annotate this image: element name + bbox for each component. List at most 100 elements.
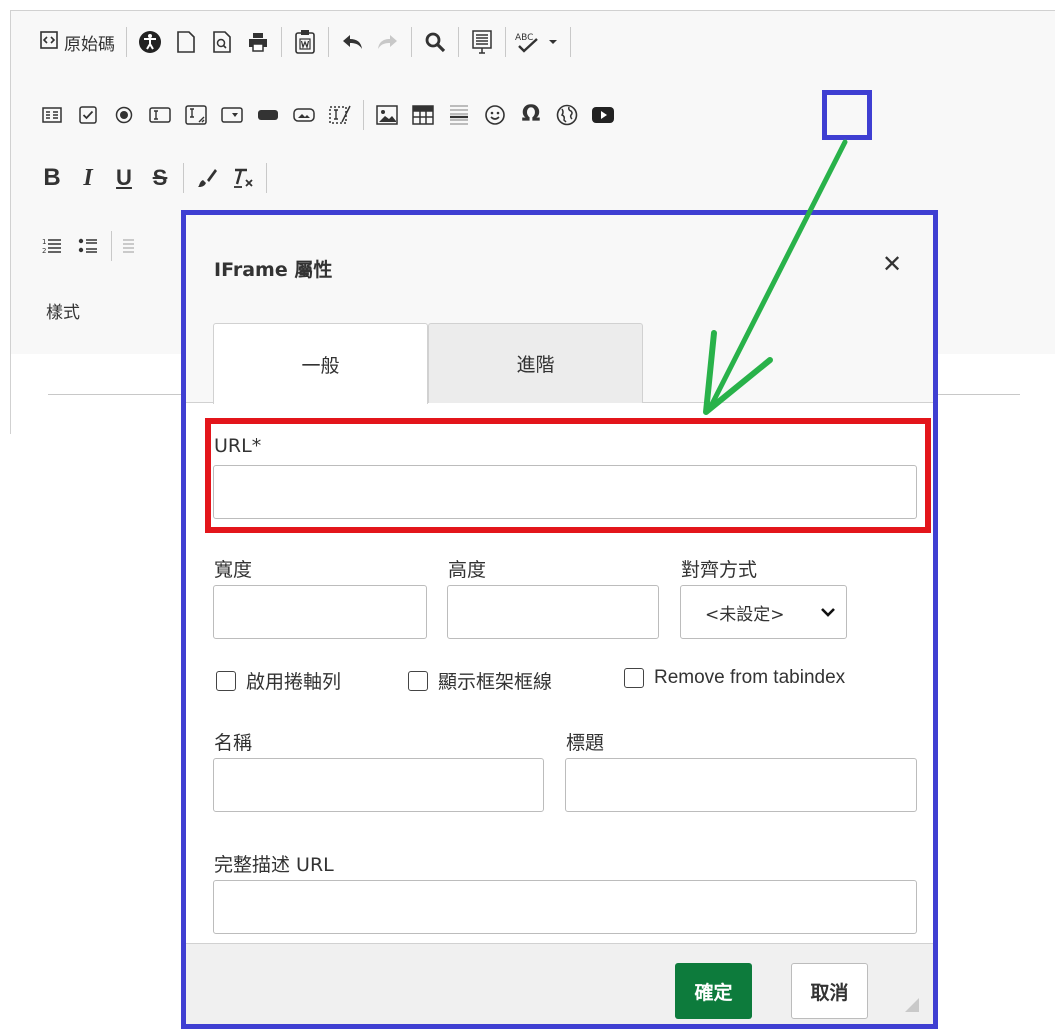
toolbar-row-2: Ω bbox=[34, 95, 621, 135]
title-label: 標題 bbox=[566, 732, 605, 754]
bulleted-list-icon bbox=[78, 238, 97, 253]
width-input[interactable] bbox=[213, 585, 427, 639]
toolbar-separator bbox=[570, 27, 571, 57]
width-label: 寬度 bbox=[214, 559, 253, 581]
frameborder-checkbox-group[interactable]: 顯示框架框線 bbox=[408, 667, 552, 694]
textfield-button[interactable] bbox=[142, 97, 178, 133]
undo-button[interactable] bbox=[334, 24, 370, 60]
tab-advanced[interactable]: 進階 bbox=[428, 323, 643, 403]
button-button[interactable] bbox=[250, 97, 286, 133]
remove-format-button[interactable] bbox=[225, 160, 261, 196]
italic-button[interactable]: I bbox=[70, 160, 106, 196]
find-button[interactable] bbox=[417, 24, 453, 60]
scrolling-checkbox[interactable] bbox=[216, 670, 236, 691]
title-input[interactable] bbox=[565, 758, 917, 812]
numbered-list-icon: 12 bbox=[42, 238, 61, 255]
underline-icon: U bbox=[116, 165, 132, 190]
scrolling-checkbox-group[interactable]: 啟用捲軸列 bbox=[216, 667, 341, 694]
select-all-icon bbox=[472, 30, 492, 54]
remove-format-icon bbox=[234, 168, 253, 188]
toolbar-separator bbox=[411, 27, 412, 57]
toolbar-separator bbox=[363, 100, 364, 130]
name-label: 名稱 bbox=[214, 732, 253, 754]
horizontal-rule-icon bbox=[450, 105, 468, 125]
frameborder-checkbox[interactable] bbox=[408, 670, 428, 691]
radio-icon bbox=[115, 106, 133, 124]
horizontal-rule-button[interactable] bbox=[441, 97, 477, 133]
checkbox-button[interactable] bbox=[70, 97, 106, 133]
svg-text:ABC: ABC bbox=[515, 33, 533, 43]
cancel-button[interactable]: 取消 bbox=[791, 963, 868, 1019]
close-button[interactable]: ✕ bbox=[877, 249, 907, 279]
image-button-icon bbox=[293, 108, 315, 122]
longdesc-input[interactable] bbox=[213, 880, 917, 934]
bulleted-list-button[interactable] bbox=[70, 228, 106, 264]
align-select[interactable]: <未設定> bbox=[680, 585, 847, 639]
height-label: 高度 bbox=[448, 559, 487, 581]
new-page-button[interactable] bbox=[168, 24, 204, 60]
search-icon bbox=[425, 32, 446, 53]
underline-button[interactable]: U bbox=[106, 160, 142, 196]
spellcheck-icon: ABC bbox=[515, 33, 557, 53]
select-all-button[interactable] bbox=[464, 24, 500, 60]
image-button[interactable] bbox=[369, 97, 405, 133]
toolbar-row-1: 原始碼 ABC bbox=[34, 22, 576, 62]
toolbar-separator bbox=[111, 231, 112, 261]
textarea-button[interactable] bbox=[178, 97, 214, 133]
hidden-field-button[interactable] bbox=[322, 97, 358, 133]
checkbox-icon bbox=[79, 106, 97, 124]
tab-advanced-label: 進階 bbox=[516, 354, 555, 376]
paste-word-button[interactable] bbox=[287, 24, 323, 60]
special-char-button[interactable]: Ω bbox=[513, 97, 549, 133]
iframe-button-highlight bbox=[822, 90, 872, 140]
height-input[interactable] bbox=[447, 585, 659, 639]
omega-icon: Ω bbox=[521, 102, 541, 127]
bold-button[interactable]: B bbox=[34, 160, 70, 196]
toolbar-separator bbox=[505, 27, 506, 57]
iframe-properties-dialog: IFrame 屬性 ✕ 一般 進階 URL* 寬度 高度 對齊方式 <未設定> … bbox=[181, 210, 938, 1029]
spellcheck-button[interactable]: ABC bbox=[511, 24, 565, 60]
align-selected-value: <未設定> bbox=[705, 604, 785, 625]
print-button[interactable] bbox=[240, 24, 276, 60]
tabindex-checkbox-group[interactable]: Remove from tabindex bbox=[624, 667, 845, 689]
close-icon: ✕ bbox=[881, 250, 903, 278]
select-button[interactable] bbox=[214, 97, 250, 133]
copy-format-button[interactable] bbox=[189, 160, 225, 196]
styles-dropdown-label[interactable]: 樣式 bbox=[46, 298, 80, 323]
radio-button[interactable] bbox=[106, 97, 142, 133]
scrolling-checkbox-label: 啟用捲軸列 bbox=[246, 671, 342, 693]
redo-button[interactable] bbox=[370, 24, 406, 60]
undo-icon bbox=[343, 35, 362, 49]
numbered-list-button[interactable]: 12 bbox=[34, 228, 70, 264]
source-icon bbox=[40, 30, 58, 54]
new-page-icon bbox=[177, 31, 195, 53]
tab-general[interactable]: 一般 bbox=[213, 323, 428, 404]
name-input[interactable] bbox=[213, 758, 544, 812]
smiley-button[interactable] bbox=[477, 97, 513, 133]
redo-icon bbox=[378, 35, 397, 49]
strike-button[interactable]: S bbox=[142, 160, 178, 196]
tabindex-checkbox[interactable] bbox=[624, 668, 644, 688]
toolbar-row-3: B I U S bbox=[34, 158, 272, 198]
button-icon bbox=[258, 110, 278, 120]
outdent-button[interactable] bbox=[117, 228, 137, 264]
preview-icon bbox=[213, 31, 231, 53]
iframe-button[interactable] bbox=[549, 97, 585, 133]
hidden-field-icon bbox=[329, 105, 351, 124]
youtube-button[interactable] bbox=[585, 97, 621, 133]
image-button-button[interactable] bbox=[286, 97, 322, 133]
resize-handle[interactable] bbox=[905, 998, 919, 1012]
accessibility-button[interactable] bbox=[132, 24, 168, 60]
source-button[interactable]: 原始碼 bbox=[34, 24, 121, 60]
italic-icon: I bbox=[83, 164, 93, 191]
dialog-title: IFrame 屬性 bbox=[214, 259, 333, 281]
form-button[interactable] bbox=[34, 97, 70, 133]
bold-icon: B bbox=[43, 164, 61, 191]
table-button[interactable] bbox=[405, 97, 441, 133]
ok-button[interactable]: 確定 bbox=[675, 963, 752, 1019]
preview-button[interactable] bbox=[204, 24, 240, 60]
toolbar-separator bbox=[126, 27, 127, 57]
tab-general-label: 一般 bbox=[301, 354, 340, 377]
toolbar-separator bbox=[458, 27, 459, 57]
svg-text:1: 1 bbox=[42, 238, 46, 246]
